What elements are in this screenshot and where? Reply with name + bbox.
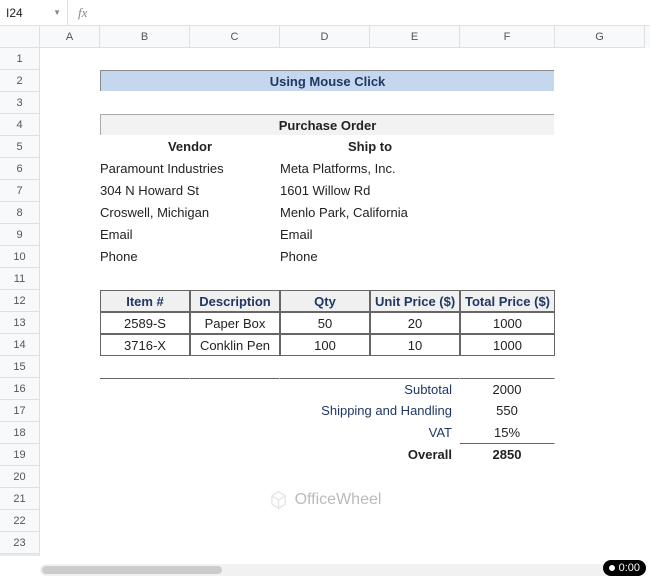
table-row: 100 bbox=[280, 334, 370, 356]
row-header-13[interactable]: 13 bbox=[0, 312, 40, 334]
chevron-down-icon[interactable]: ▼ bbox=[53, 8, 61, 17]
formula-input[interactable] bbox=[97, 0, 650, 25]
table-row: 1000 bbox=[460, 334, 555, 356]
table-row: 50 bbox=[280, 312, 370, 334]
column-header-F[interactable]: F bbox=[460, 26, 555, 48]
table-row: 1000 bbox=[460, 312, 555, 334]
row-header-strip: 123456789101112131415161718192021222324 bbox=[0, 26, 40, 556]
select-all-corner[interactable] bbox=[0, 26, 40, 48]
th-desc: Description bbox=[190, 290, 280, 312]
row-header-15[interactable]: 15 bbox=[0, 356, 40, 378]
row-header-6[interactable]: 6 bbox=[0, 158, 40, 180]
row-header-2[interactable]: 2 bbox=[0, 70, 40, 92]
row-header-23[interactable]: 23 bbox=[0, 532, 40, 554]
th-unit: Unit Price ($) bbox=[370, 290, 460, 312]
column-header-C[interactable]: C bbox=[190, 26, 280, 48]
row-header-9[interactable]: 9 bbox=[0, 224, 40, 246]
column-header-G[interactable]: G bbox=[555, 26, 645, 48]
vendor-addr2: Croswell, Michigan bbox=[100, 202, 280, 224]
row-header-3[interactable]: 3 bbox=[0, 92, 40, 114]
th-total: Total Price ($) bbox=[460, 290, 555, 312]
vendor-addr1: 304 N Howard St bbox=[100, 180, 280, 202]
grid-body[interactable]: Using Mouse Click Purchase Order Vendor … bbox=[40, 48, 650, 556]
th-qty: Qty bbox=[280, 290, 370, 312]
spreadsheet-grid: 123456789101112131415161718192021222324 … bbox=[0, 26, 650, 556]
vat-label: VAT bbox=[280, 422, 460, 444]
row-header-12[interactable]: 12 bbox=[0, 290, 40, 312]
vendor-email: Email bbox=[100, 224, 280, 246]
overall-value: 2850 bbox=[460, 444, 555, 466]
table-row: Conklin Pen bbox=[190, 334, 280, 356]
vat-value: 15% bbox=[460, 422, 555, 444]
row-header-20[interactable]: 20 bbox=[0, 466, 40, 488]
subtotal-label: Subtotal bbox=[280, 379, 460, 400]
column-header-B[interactable]: B bbox=[100, 26, 190, 48]
row-header-21[interactable]: 21 bbox=[0, 488, 40, 510]
table-row: Paper Box bbox=[190, 312, 280, 334]
name-box-value: I24 bbox=[6, 6, 23, 20]
table-row: 2589-S bbox=[100, 312, 190, 334]
shipto-addr2: Menlo Park, California bbox=[280, 202, 555, 224]
row-header-7[interactable]: 7 bbox=[0, 180, 40, 202]
shipping-value: 550 bbox=[460, 400, 555, 422]
row-header-17[interactable]: 17 bbox=[0, 400, 40, 422]
row-header-5[interactable]: 5 bbox=[0, 136, 40, 158]
overall-label: Overall bbox=[280, 444, 460, 466]
shipping-label: Shipping and Handling bbox=[280, 400, 460, 422]
table-row: 20 bbox=[370, 312, 460, 334]
shipto-phone: Phone bbox=[280, 246, 555, 268]
row-header-11[interactable]: 11 bbox=[0, 268, 40, 290]
row-header-24[interactable]: 24 bbox=[0, 554, 40, 556]
row-header-19[interactable]: 19 bbox=[0, 444, 40, 466]
title-banner: Using Mouse Click bbox=[100, 70, 555, 92]
formula-bar: I24 ▼ fx bbox=[0, 0, 650, 26]
row-header-22[interactable]: 22 bbox=[0, 510, 40, 532]
row-header-8[interactable]: 8 bbox=[0, 202, 40, 224]
shipto-header: Ship to bbox=[280, 136, 460, 158]
row-header-4[interactable]: 4 bbox=[0, 114, 40, 136]
row-header-10[interactable]: 10 bbox=[0, 246, 40, 268]
vendor-phone: Phone bbox=[100, 246, 280, 268]
section-header: Purchase Order bbox=[100, 114, 555, 136]
shipto-addr1: 1601 Willow Rd bbox=[280, 180, 555, 202]
column-header-D[interactable]: D bbox=[280, 26, 370, 48]
record-dot-icon bbox=[609, 565, 615, 571]
cube-icon bbox=[269, 490, 289, 510]
column-header-A[interactable]: A bbox=[40, 26, 100, 48]
vendor-name: Paramount Industries bbox=[100, 158, 280, 180]
subtotal-value: 2000 bbox=[460, 378, 555, 400]
row-header-16[interactable]: 16 bbox=[0, 378, 40, 400]
th-item: Item # bbox=[100, 290, 190, 312]
row-header-18[interactable]: 18 bbox=[0, 422, 40, 444]
watermark: OfficeWheel bbox=[269, 490, 382, 510]
watermark-text: OfficeWheel bbox=[295, 491, 382, 509]
horizontal-scrollbar[interactable] bbox=[40, 564, 630, 576]
timer-value: 0:00 bbox=[619, 562, 640, 574]
name-box[interactable]: I24 ▼ bbox=[0, 0, 68, 25]
shipto-name: Meta Platforms, Inc. bbox=[280, 158, 555, 180]
timer-badge: 0:00 bbox=[603, 560, 646, 576]
shipto-email: Email bbox=[280, 224, 555, 246]
table-row: 10 bbox=[370, 334, 460, 356]
column-headers: ABCDEFG bbox=[40, 26, 650, 48]
table-row: 3716-X bbox=[100, 334, 190, 356]
fx-icon: fx bbox=[68, 5, 97, 21]
vendor-header: Vendor bbox=[100, 136, 280, 158]
scrollbar-thumb[interactable] bbox=[42, 566, 222, 574]
row-header-14[interactable]: 14 bbox=[0, 334, 40, 356]
row-header-1[interactable]: 1 bbox=[0, 48, 40, 70]
column-header-E[interactable]: E bbox=[370, 26, 460, 48]
